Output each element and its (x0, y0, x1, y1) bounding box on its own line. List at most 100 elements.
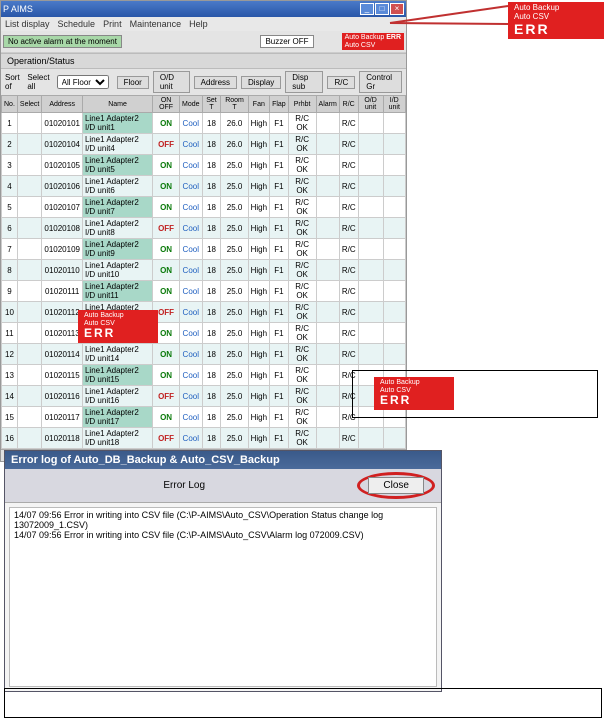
select-all-link[interactable]: Select all (27, 73, 52, 91)
cell (358, 176, 383, 197)
cell: 11 (2, 323, 18, 344)
cell: Line1 Adapter2 I/D unit9 (82, 239, 152, 260)
close-button[interactable]: Close (368, 477, 424, 494)
table-row[interactable]: 301020105Line1 Adapter2 I/D unit5ONCool1… (2, 155, 406, 176)
cell: 15 (2, 407, 18, 428)
cell: R/C OK (288, 113, 316, 134)
table-row[interactable]: 1101020113Line1 Adapter2 I/D unit13ONCoo… (2, 323, 406, 344)
table-row[interactable]: 901020111Line1 Adapter2 I/D unit11ONCool… (2, 281, 406, 302)
cell (17, 407, 41, 428)
table-row[interactable]: 501020107Line1 Adapter2 I/D unit7ONCool1… (2, 197, 406, 218)
cell: 4 (2, 176, 18, 197)
cell: R/C OK (288, 260, 316, 281)
table-row[interactable]: 101020101Line1 Adapter2 I/D unit1ONCool1… (2, 113, 406, 134)
grid-header[interactable]: Fan (248, 96, 269, 113)
cell (358, 218, 383, 239)
cell: High (248, 155, 269, 176)
grid-header[interactable]: Name (82, 96, 152, 113)
grid-header[interactable]: Prhbt (288, 96, 316, 113)
cell (358, 302, 383, 323)
cell: Line1 Adapter2 I/D unit1 (82, 113, 152, 134)
table-row[interactable]: 1001020112Line1 Adapter2 I/D unit12OFFCo… (2, 302, 406, 323)
menu-item[interactable]: Schedule (58, 19, 96, 29)
cell: R/C OK (288, 239, 316, 260)
menu-item[interactable]: Print (103, 19, 122, 29)
filter-tab[interactable]: Floor (117, 76, 149, 89)
dialog-body[interactable]: 14/07 09:56 Error in writing into CSV fi… (9, 507, 437, 687)
floor-dropdown[interactable]: All Floor (57, 75, 109, 89)
grid-header[interactable]: Room T (221, 96, 248, 113)
window-title: P AIMS (3, 4, 33, 14)
table-row[interactable]: 401020106Line1 Adapter2 I/D unit6ONCool1… (2, 176, 406, 197)
cell (316, 407, 339, 428)
cell: Cool (180, 113, 203, 134)
menu-item[interactable]: List display (5, 19, 50, 29)
table-row[interactable]: 201020104Line1 Adapter2 I/D unit4OFFCool… (2, 134, 406, 155)
cell: 25.0 (221, 344, 248, 365)
grid-header[interactable]: O/D unit (358, 96, 383, 113)
filter-tab[interactable]: Display (241, 76, 281, 89)
filter-tab[interactable]: O/D unit (153, 71, 190, 93)
cell (383, 260, 405, 281)
grid-header[interactable]: Address (42, 96, 83, 113)
cell: 18 (202, 239, 221, 260)
cell: 2 (2, 134, 18, 155)
cell (17, 155, 41, 176)
grid-header[interactable]: Set T (202, 96, 221, 113)
cell: High (248, 239, 269, 260)
grid-header[interactable]: Select (17, 96, 41, 113)
sort-label: Sort of (5, 73, 23, 91)
cell: 01020117 (42, 407, 83, 428)
cell: High (248, 260, 269, 281)
grid-header[interactable]: I/D unit (383, 96, 405, 113)
alarm-indicator: No active alarm at the moment (3, 35, 122, 48)
cell: Line1 Adapter2 I/D unit11 (82, 281, 152, 302)
filter-tab[interactable]: R/C (327, 76, 355, 89)
cell: R/C (339, 113, 358, 134)
cell: 8 (2, 260, 18, 281)
filter-tab[interactable]: Address (194, 76, 237, 89)
maximize-button[interactable]: □ (375, 3, 389, 15)
grid-header[interactable]: No. (2, 96, 18, 113)
grid-header[interactable]: R/C (339, 96, 358, 113)
titlebar[interactable]: P AIMS _ □ × (1, 1, 406, 17)
cell: Line1 Adapter2 I/D unit16 (82, 386, 152, 407)
cell: 25.0 (221, 218, 248, 239)
table-row[interactable]: 1501020117Line1 Adapter2 I/D unit17ONCoo… (2, 407, 406, 428)
err-badge-mini[interactable]: Auto Backup ERR Auto CSV (342, 33, 404, 50)
table-row[interactable]: 1401020116Line1 Adapter2 I/D unit16OFFCo… (2, 386, 406, 407)
grid-header[interactable]: Alarm (316, 96, 339, 113)
menu-item[interactable]: Maintenance (130, 19, 182, 29)
callout-badge-small-1: Auto Backup Auto CSV ERR (78, 310, 158, 343)
cell (316, 113, 339, 134)
cell: High (248, 218, 269, 239)
table-row[interactable]: 601020108Line1 Adapter2 I/D unit8OFFCool… (2, 218, 406, 239)
cell: High (248, 113, 269, 134)
grid-header[interactable]: Flap (270, 96, 289, 113)
grid-header[interactable]: ON OFF (153, 96, 180, 113)
cell: 14 (2, 386, 18, 407)
cell: 18 (202, 218, 221, 239)
cell: Line1 Adapter2 I/D unit8 (82, 218, 152, 239)
cell: 18 (202, 113, 221, 134)
filter-tab[interactable]: Disp sub (285, 71, 323, 93)
cell: High (248, 134, 269, 155)
cell: ON (153, 176, 180, 197)
cell: R/C (339, 260, 358, 281)
table-row[interactable]: 801020110Line1 Adapter2 I/D unit10ONCool… (2, 260, 406, 281)
table-row[interactable]: 701020109Line1 Adapter2 I/D unit9ONCool1… (2, 239, 406, 260)
cell: Line1 Adapter2 I/D unit6 (82, 176, 152, 197)
close-window-button[interactable]: × (390, 3, 404, 15)
buzzer-toggle[interactable]: Buzzer OFF (260, 35, 313, 48)
minimize-button[interactable]: _ (360, 3, 374, 15)
table-row[interactable]: 1601020118Line1 Adapter2 I/D unit18OFFCo… (2, 428, 406, 449)
dialog-title[interactable]: Error log of Auto_DB_Backup & Auto_CSV_B… (5, 451, 441, 469)
log-line: 14/07 09:56 Error in writing into CSV fi… (14, 510, 432, 530)
table-row[interactable]: 1301020115Line1 Adapter2 I/D unit15ONCoo… (2, 365, 406, 386)
cell: 01020104 (42, 134, 83, 155)
filter-tab[interactable]: Control Gr (359, 71, 402, 93)
cell (17, 218, 41, 239)
menu-item[interactable]: Help (189, 19, 208, 29)
table-row[interactable]: 1201020114Line1 Adapter2 I/D unit14ONCoo… (2, 344, 406, 365)
grid-header[interactable]: Mode (180, 96, 203, 113)
